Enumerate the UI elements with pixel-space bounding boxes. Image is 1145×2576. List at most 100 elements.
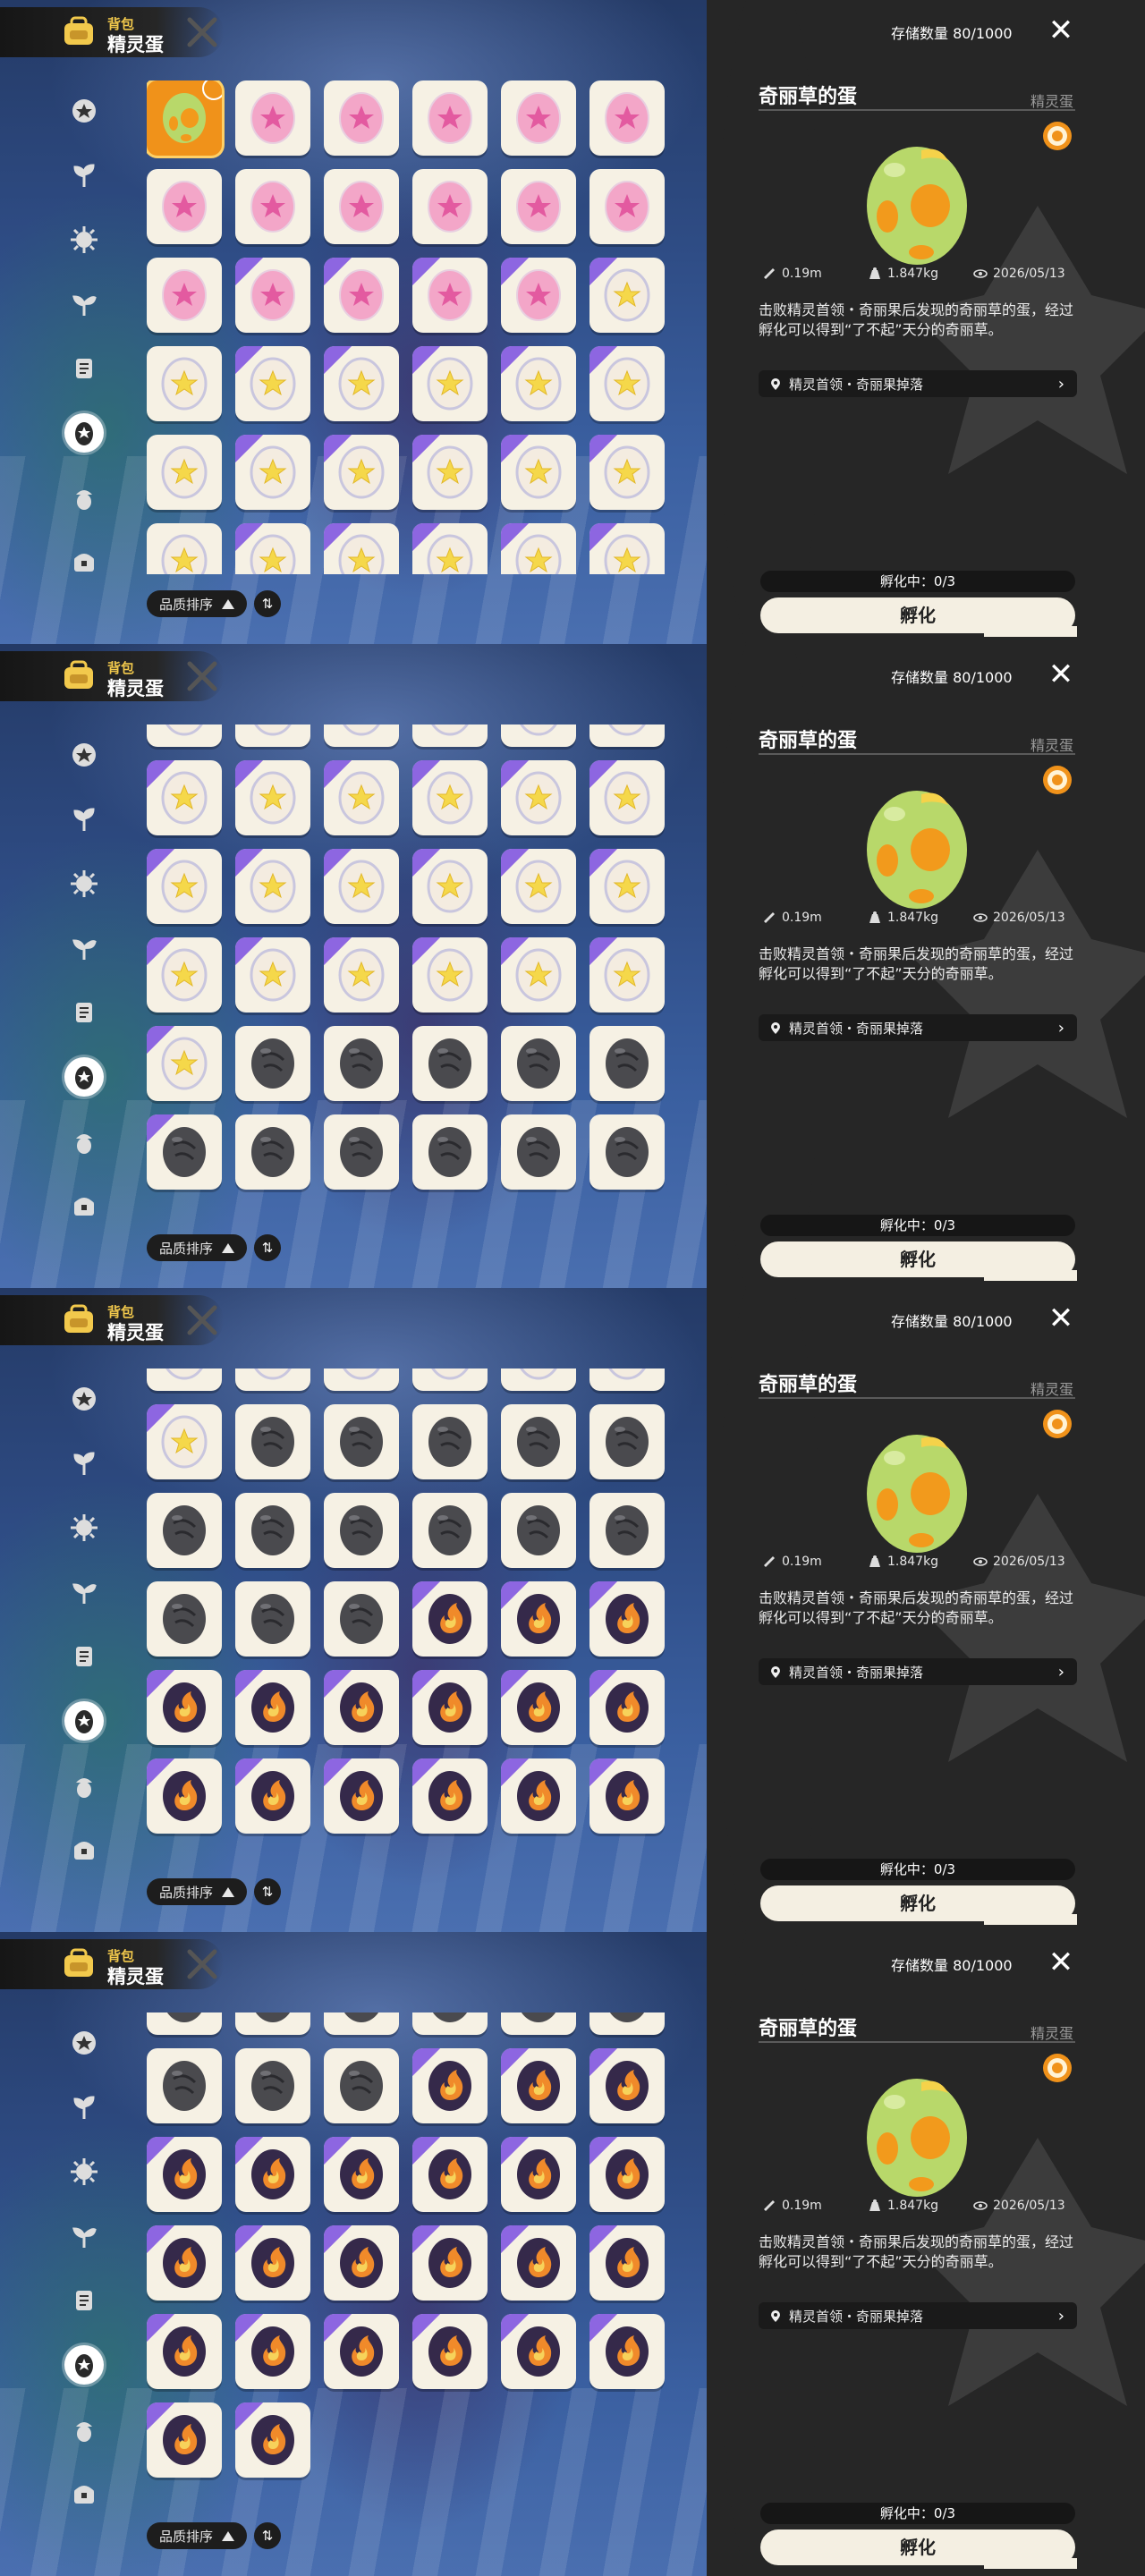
egg-slot[interactable] [589, 523, 665, 574]
egg-slot[interactable] [501, 2136, 576, 2212]
source-row[interactable]: 精灵首领・奇丽果掉落 › [759, 1658, 1077, 1685]
egg-slot[interactable] [147, 759, 222, 835]
egg-slot[interactable] [589, 1492, 665, 1568]
egg-slot[interactable] [589, 759, 665, 835]
egg-slot[interactable] [412, 1403, 488, 1479]
egg-slot[interactable] [147, 1368, 222, 1391]
egg-slot[interactable] [412, 346, 488, 421]
egg-grid-viewport[interactable] [147, 80, 674, 574]
sort-quality-button[interactable]: 品质排序 [147, 590, 247, 617]
egg-slot[interactable] [324, 848, 399, 924]
sort-quality-button[interactable]: 品质排序 [147, 1234, 247, 1261]
egg-slot[interactable] [589, 724, 665, 747]
egg-slot[interactable] [324, 1669, 399, 1745]
star-badge-icon[interactable] [64, 2023, 104, 2063]
egg-slot[interactable] [235, 2402, 310, 2478]
acorn-icon[interactable] [64, 1766, 104, 1805]
egg-slot[interactable] [589, 169, 665, 244]
egg-slot[interactable] [324, 2047, 399, 2123]
egg-slot[interactable] [501, 2224, 576, 2301]
egg-slot[interactable] [147, 1669, 222, 1745]
egg-slot[interactable] [589, 1403, 665, 1479]
egg-slot[interactable] [324, 1492, 399, 1568]
star-badge-icon[interactable] [64, 735, 104, 775]
egg-slot[interactable] [235, 2047, 310, 2123]
egg-slot[interactable] [589, 2012, 665, 2035]
scroll-icon[interactable] [64, 1637, 104, 1676]
acorn-icon[interactable] [64, 1122, 104, 1161]
egg-slot[interactable] [501, 523, 576, 574]
egg-slot[interactable] [501, 1368, 576, 1391]
egg-slot[interactable] [324, 936, 399, 1013]
egg-category-icon[interactable] [64, 1057, 104, 1097]
egg-slot[interactable] [412, 1025, 488, 1101]
chest-icon[interactable] [64, 1186, 104, 1225]
chest-icon[interactable] [64, 2474, 104, 2513]
egg-slot[interactable] [235, 1403, 310, 1479]
egg-slot[interactable] [147, 80, 222, 156]
egg-slot[interactable] [589, 2136, 665, 2212]
egg-slot[interactable] [147, 1403, 222, 1479]
egg-slot[interactable] [324, 80, 399, 156]
egg-slot[interactable] [147, 169, 222, 244]
sort-quality-button[interactable]: 品质排序 [147, 2522, 247, 2549]
egg-slot[interactable] [501, 1758, 576, 1834]
sort-quality-button[interactable]: 品质排序 [147, 1878, 247, 1905]
scroll-icon[interactable] [64, 993, 104, 1032]
egg-slot[interactable] [147, 724, 222, 747]
egg-slot[interactable] [147, 346, 222, 421]
egg-slot[interactable] [235, 2224, 310, 2301]
egg-slot[interactable] [501, 2047, 576, 2123]
egg-slot[interactable] [589, 936, 665, 1013]
egg-slot[interactable] [147, 848, 222, 924]
egg-slot[interactable] [501, 346, 576, 421]
egg-slot[interactable] [589, 1368, 665, 1391]
egg-slot[interactable] [501, 258, 576, 333]
chest-icon[interactable] [64, 1830, 104, 1869]
egg-slot[interactable] [324, 2224, 399, 2301]
egg-slot[interactable] [324, 1025, 399, 1101]
egg-slot[interactable] [324, 1114, 399, 1190]
egg-slot[interactable] [412, 2224, 488, 2301]
source-row[interactable]: 精灵首领・奇丽果掉落 › [759, 2302, 1077, 2329]
egg-slot[interactable] [501, 936, 576, 1013]
scroll-icon[interactable] [64, 349, 104, 388]
egg-slot[interactable] [589, 2047, 665, 2123]
egg-slot[interactable] [501, 848, 576, 924]
egg-slot[interactable] [589, 1580, 665, 1657]
egg-slot[interactable] [324, 759, 399, 835]
egg-slot[interactable] [235, 258, 310, 333]
egg-slot[interactable] [324, 1403, 399, 1479]
egg-slot[interactable] [412, 2313, 488, 2389]
egg-grid-viewport[interactable] [147, 724, 674, 1218]
leaf-sprout-icon[interactable] [64, 1444, 104, 1483]
sprout-icon[interactable] [64, 284, 104, 324]
egg-slot[interactable] [235, 1025, 310, 1101]
egg-slot[interactable] [235, 2313, 310, 2389]
egg-slot[interactable] [412, 1580, 488, 1657]
egg-slot[interactable] [412, 936, 488, 1013]
egg-category-icon[interactable] [64, 413, 104, 453]
spiky-ball-icon[interactable] [64, 2152, 104, 2191]
egg-slot[interactable] [324, 1758, 399, 1834]
sprout-icon[interactable] [64, 2216, 104, 2256]
egg-slot[interactable] [501, 169, 576, 244]
egg-slot[interactable] [235, 1492, 310, 1568]
egg-slot[interactable] [147, 1580, 222, 1657]
egg-slot[interactable] [235, 80, 310, 156]
egg-slot[interactable] [324, 2136, 399, 2212]
egg-slot[interactable] [412, 2047, 488, 2123]
egg-slot[interactable] [324, 2012, 399, 2035]
egg-slot[interactable] [324, 258, 399, 333]
sort-toggle-icon[interactable]: ⇅ [254, 590, 281, 617]
close-icon[interactable]: ✕ [1047, 1303, 1075, 1334]
egg-slot[interactable] [147, 2313, 222, 2389]
egg-slot[interactable] [147, 1025, 222, 1101]
egg-slot[interactable] [147, 2136, 222, 2212]
egg-slot[interactable] [501, 2313, 576, 2389]
egg-slot[interactable] [235, 1758, 310, 1834]
egg-slot[interactable] [324, 1580, 399, 1657]
egg-slot[interactable] [412, 1368, 488, 1391]
egg-slot[interactable] [589, 80, 665, 156]
egg-slot[interactable] [147, 258, 222, 333]
